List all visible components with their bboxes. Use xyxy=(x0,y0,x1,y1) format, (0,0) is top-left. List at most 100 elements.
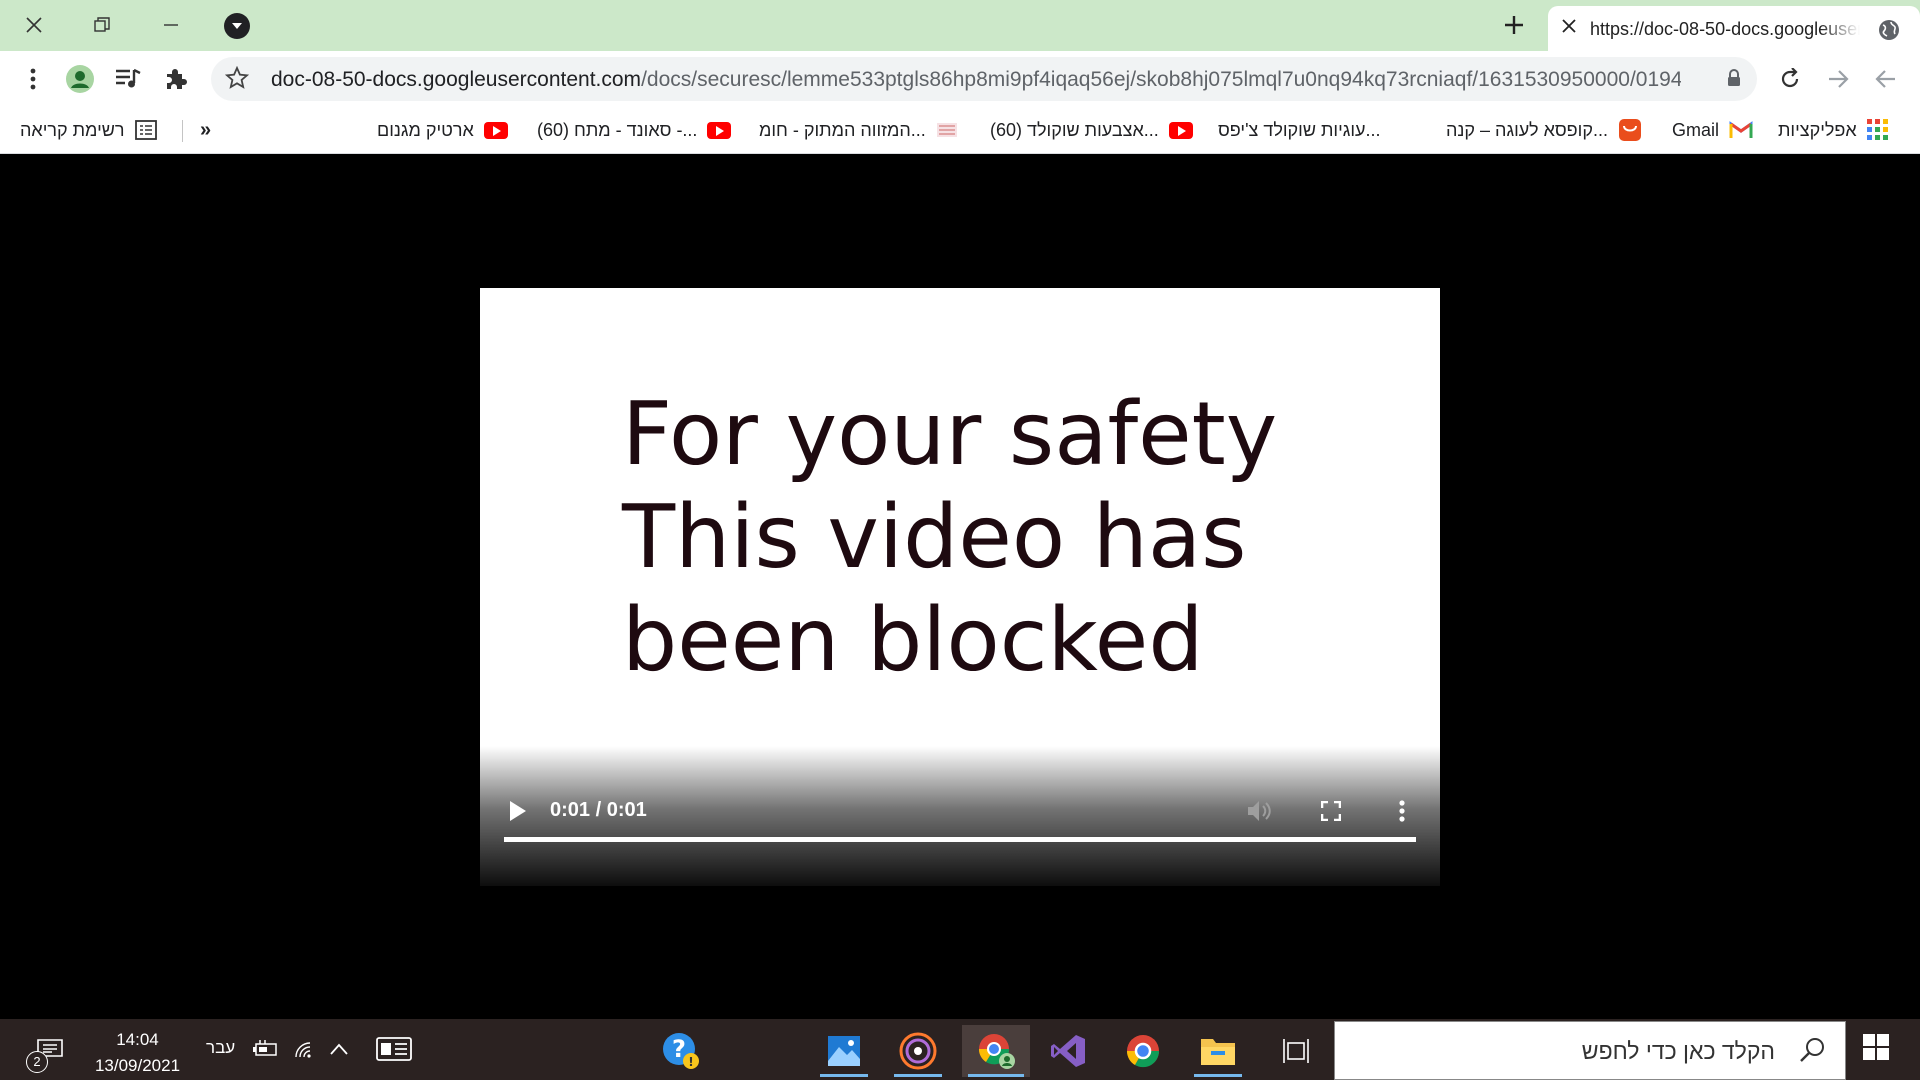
windows-logo-icon xyxy=(1863,1034,1889,1060)
photos-icon xyxy=(828,1036,860,1066)
video-progress-bar[interactable] xyxy=(504,837,1416,842)
puzzle-icon xyxy=(167,69,187,89)
start-button[interactable] xyxy=(1862,1033,1896,1067)
youtube-icon xyxy=(707,121,732,139)
taskbar-file-explorer-app[interactable] xyxy=(1188,1025,1248,1077)
taskbar-search-box[interactable]: הקלד כאן כדי לחפש xyxy=(1334,1021,1846,1080)
bookmark-star-icon[interactable] xyxy=(224,65,250,95)
taskbar-media-app[interactable] xyxy=(888,1025,948,1077)
video-time: 0:01 / 0:01 xyxy=(550,799,647,821)
video-controls: 0:01 / 0:01 xyxy=(480,746,1440,886)
clock-time: 14:04 xyxy=(116,1030,159,1049)
clock-date: 13/09/2021 xyxy=(94,1056,181,1075)
lock-icon[interactable] xyxy=(1727,69,1741,92)
site-favicon-icon xyxy=(936,123,957,137)
taskbar-visual-studio-app[interactable] xyxy=(1038,1025,1098,1077)
windows-taskbar: 2 14:04 13/09/2021 עבר ?! הקלד כאן כדי ל… xyxy=(0,1019,1920,1080)
close-window-button[interactable] xyxy=(17,8,51,42)
bookmark-label: עוגיות שוקולד צ'יפס... xyxy=(1218,119,1381,140)
blocked-message-line: This video has xyxy=(622,486,1247,588)
play-icon xyxy=(510,801,526,821)
bookmark-label: המזווה המתוק - חומ... xyxy=(759,119,926,140)
reading-list-icon xyxy=(134,120,157,140)
tab-search-button[interactable] xyxy=(224,13,250,39)
clock[interactable]: 14:04 13/09/2021 xyxy=(90,1027,185,1079)
visual-studio-icon xyxy=(1051,1035,1085,1067)
blocked-message-line: been blocked xyxy=(622,589,1204,691)
extensions-button[interactable] xyxy=(160,63,192,95)
restore-window-button[interactable] xyxy=(85,8,119,42)
back-button[interactable] xyxy=(1822,63,1854,95)
reload-button[interactable] xyxy=(1774,63,1806,95)
minimize-icon xyxy=(164,24,178,26)
shopping-bag-icon xyxy=(1618,119,1641,141)
svg-text:!: ! xyxy=(688,1055,693,1069)
url-text[interactable]: doc-08-50-docs.googleusercontent.com/doc… xyxy=(271,68,1681,92)
menu-button[interactable] xyxy=(17,63,49,95)
bookmark-apps[interactable]: אפליקציות xyxy=(1778,116,1889,144)
media-control-button[interactable] xyxy=(112,63,144,95)
chrome-icon xyxy=(1126,1035,1160,1068)
running-indicator xyxy=(1194,1074,1242,1077)
arrow-right-icon xyxy=(1829,70,1849,88)
bookmark-item[interactable]: המזווה המתוק - חומ... xyxy=(759,116,958,144)
taskbar-photos-app[interactable] xyxy=(814,1025,874,1077)
avatar-icon xyxy=(66,65,94,93)
search-placeholder: הקלד כאן כדי לחפש xyxy=(1581,1038,1775,1064)
bookmarks-bar: רשימת קריאה » ארטיק מגנום (60) סאונד - מ… xyxy=(0,107,1920,154)
new-tab-button[interactable] xyxy=(1497,8,1531,42)
forward-button[interactable] xyxy=(1870,63,1902,95)
bookmark-label: ארטיק מגנום xyxy=(377,119,474,140)
video-options-button[interactable] xyxy=(1388,797,1416,825)
address-bar[interactable]: doc-08-50-docs.googleusercontent.com/doc… xyxy=(211,57,1757,101)
youtube-icon xyxy=(1168,121,1193,139)
video-player[interactable]: For your safety This video has been bloc… xyxy=(480,288,1440,886)
reading-list-button[interactable]: רשימת קריאה xyxy=(20,116,157,144)
notification-count-badge: 2 xyxy=(26,1051,48,1073)
close-icon xyxy=(26,17,42,33)
taskbar-chrome-profile-app[interactable] xyxy=(962,1025,1030,1077)
bookmark-label: (60) סאונד - מתח -... xyxy=(537,119,698,140)
page-viewport: For your safety This video has been bloc… xyxy=(0,155,1920,1019)
wifi-icon[interactable] xyxy=(288,1033,320,1065)
arrow-left-icon xyxy=(1875,70,1895,88)
task-view-icon xyxy=(1283,1039,1309,1063)
language-indicator[interactable]: עבר xyxy=(206,1038,235,1058)
bookmark-gmail[interactable]: Gmail xyxy=(1672,116,1753,144)
task-view-button[interactable] xyxy=(1266,1025,1326,1077)
disc-icon xyxy=(899,1032,937,1070)
close-icon xyxy=(1562,19,1576,33)
help-icon: ?! xyxy=(663,1033,699,1069)
bookmarks-divider xyxy=(182,120,183,142)
bookmark-item[interactable]: (60) סאונד - מתח -... xyxy=(537,116,732,144)
show-hidden-icons-button[interactable] xyxy=(323,1033,355,1065)
plus-icon xyxy=(1505,16,1523,34)
bookmark-item[interactable]: עוגיות שוקולד צ'יפס... xyxy=(1218,116,1381,144)
battery-icon[interactable] xyxy=(249,1033,281,1065)
tab-close-button[interactable] xyxy=(1562,16,1576,39)
bookmark-item[interactable]: ארטיק מגנום xyxy=(377,116,508,144)
more-bookmarks-button[interactable]: » xyxy=(200,116,211,144)
chevron-down-icon xyxy=(232,23,242,29)
taskbar-chrome-app[interactable] xyxy=(1113,1025,1173,1077)
mute-button[interactable] xyxy=(1245,797,1273,825)
taskbar-help-app[interactable]: ?! xyxy=(651,1025,711,1077)
kebab-menu-icon xyxy=(30,68,36,90)
fullscreen-button[interactable] xyxy=(1317,797,1345,825)
bookmark-label: Gmail xyxy=(1672,119,1720,140)
bookmark-item[interactable]: קופסא לעוגה – קנה... xyxy=(1446,116,1642,144)
bookmark-item[interactable]: (60) אצבעות שוקולד... xyxy=(990,116,1193,144)
news-widget-button[interactable] xyxy=(374,1033,414,1065)
video-progress-fill xyxy=(504,837,1416,842)
minimize-window-button[interactable] xyxy=(154,8,188,42)
profile-button[interactable] xyxy=(64,63,96,95)
restore-icon xyxy=(94,17,110,32)
play-button[interactable] xyxy=(506,798,530,824)
gmail-icon xyxy=(1729,121,1753,138)
bookmark-label: קופסא לעוגה – קנה... xyxy=(1446,119,1608,140)
bookmark-label: אפליקציות xyxy=(1778,119,1857,140)
blocked-message: For your safety This video has been bloc… xyxy=(622,383,1277,692)
blocked-message-line: For your safety xyxy=(622,383,1278,485)
volume-muted-icon xyxy=(1248,801,1271,821)
active-tab[interactable]: https://doc-08-50-docs.googleusercontent… xyxy=(1548,6,1920,51)
